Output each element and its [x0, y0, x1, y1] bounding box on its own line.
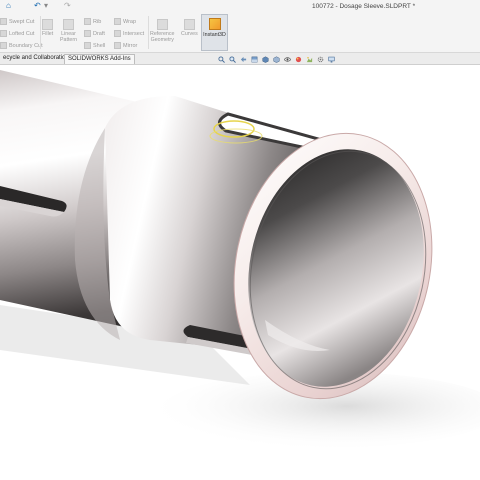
hide-show-icon[interactable]: [284, 56, 291, 63]
curves-button[interactable]: Curves: [181, 19, 198, 37]
linear-pattern-button[interactable]: Linear Pattern: [60, 19, 77, 43]
tab-solidworks-addins[interactable]: SOLIDWORKS Add-Ins: [64, 54, 135, 64]
fillet-icon: [42, 19, 54, 30]
wrap-icon: [114, 18, 121, 25]
boundary-cut-button[interactable]: Boundary Cut: [0, 42, 43, 49]
reference-geometry-button[interactable]: Reference Geometry: [150, 19, 174, 43]
dosage-sleeve-model[interactable]: [0, 66, 480, 480]
graphics-viewport[interactable]: [0, 66, 480, 480]
linear-pattern-icon: [63, 19, 75, 30]
view-settings-icon[interactable]: [317, 56, 324, 63]
undo-dropdown-icon[interactable]: ▾: [44, 1, 48, 10]
heads-up-view-toolbar: [218, 56, 335, 63]
reference-geometry-icon: [156, 19, 168, 30]
display-icon[interactable]: [328, 56, 335, 63]
ribbon-divider: [40, 16, 41, 49]
fillet-button[interactable]: Fillet: [42, 19, 53, 37]
swept-cut-icon: [0, 18, 7, 25]
draft-button[interactable]: Draft: [84, 30, 105, 37]
rib-icon: [84, 18, 91, 25]
zoom-area-icon[interactable]: [229, 56, 236, 63]
view-orientation-icon[interactable]: [262, 56, 269, 63]
lofted-cut-icon: [0, 30, 7, 37]
boundary-cut-icon: [0, 42, 7, 49]
section-view-icon[interactable]: [251, 56, 258, 63]
ribbon-divider: [148, 16, 149, 49]
instant3d-button[interactable]: Instant3D: [201, 14, 228, 51]
intersect-button[interactable]: Intersect: [114, 30, 144, 37]
curves-icon: [183, 19, 195, 30]
document-title: 100772 - Dosage Sleeve.SLDPRT *: [312, 3, 416, 10]
intersect-icon: [114, 30, 121, 37]
swept-cut-button[interactable]: Swept Cut: [0, 18, 34, 25]
mirror-button[interactable]: Mirror: [114, 42, 137, 49]
title-bar: ⌂ ↶ ▾ ↷ 100772 - Dosage Sleeve.SLDPRT *: [0, 0, 480, 13]
instant3d-icon: [208, 18, 221, 30]
apply-scene-icon[interactable]: [306, 56, 313, 63]
undo-icon[interactable]: ↶: [34, 1, 41, 10]
features-ribbon: Swept Cut Lofted Cut Boundary Cut Fillet…: [0, 13, 480, 53]
display-style-icon[interactable]: [273, 56, 280, 63]
shell-button[interactable]: Shell: [84, 42, 105, 49]
lofted-cut-button[interactable]: Lofted Cut: [0, 30, 34, 37]
shell-icon: [84, 42, 91, 49]
previous-view-icon[interactable]: [240, 56, 247, 63]
zoom-to-fit-icon[interactable]: [218, 56, 225, 63]
redo-icon[interactable]: ↷: [64, 1, 71, 10]
edit-appearance-icon[interactable]: [295, 56, 302, 63]
wrap-button[interactable]: Wrap: [114, 18, 136, 25]
rib-button[interactable]: Rib: [84, 18, 101, 25]
mirror-icon: [114, 42, 121, 49]
home-icon[interactable]: ⌂: [6, 1, 11, 10]
tab-lifecycle-collaboration[interactable]: ecycle and Collaboration: [0, 54, 72, 64]
draft-icon: [84, 30, 91, 37]
